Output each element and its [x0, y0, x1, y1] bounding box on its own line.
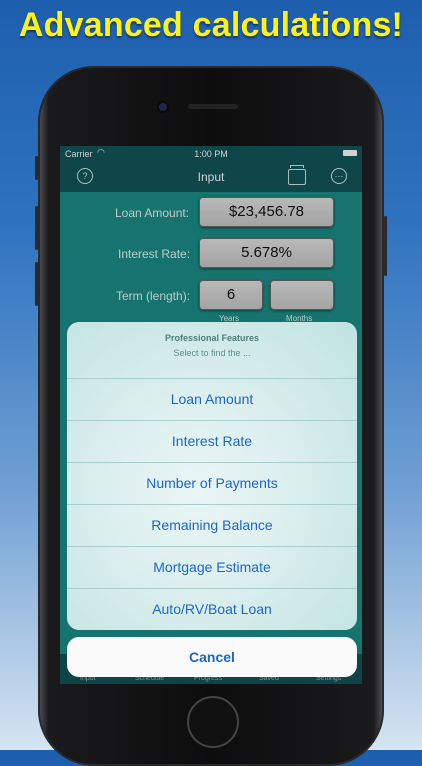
option-remaining-balance[interactable]: Remaining Balance: [67, 505, 357, 547]
power-button: [384, 216, 387, 276]
option-number-of-payments[interactable]: Number of Payments: [67, 463, 357, 505]
action-sheet-title: Professional Features: [164, 333, 260, 343]
action-sheet-header: Professional Features Select to find the…: [67, 322, 357, 379]
home-button[interactable]: [187, 696, 239, 748]
cancel-button[interactable]: Cancel: [67, 637, 357, 677]
option-mortgage-estimate[interactable]: Mortgage Estimate: [67, 547, 357, 589]
action-sheet: Professional Features Select to find the…: [67, 322, 357, 630]
option-auto-rv-boat-loan[interactable]: Auto/RV/Boat Loan: [67, 589, 357, 630]
mute-switch: [35, 156, 38, 180]
promo-headline: Advanced calculations!: [18, 6, 404, 44]
earpiece-speaker: [188, 104, 238, 109]
app-screen: Carrier ◠ 1:00 PM ? Input ⋯ Loan Amount:…: [60, 146, 362, 684]
option-loan-amount[interactable]: Loan Amount: [67, 379, 357, 421]
action-sheet-subtitle: Select to find the ...: [173, 348, 251, 358]
option-interest-rate[interactable]: Interest Rate: [67, 421, 357, 463]
volume-up-button: [35, 206, 38, 250]
volume-down-button: [35, 262, 38, 306]
front-camera: [159, 103, 167, 111]
